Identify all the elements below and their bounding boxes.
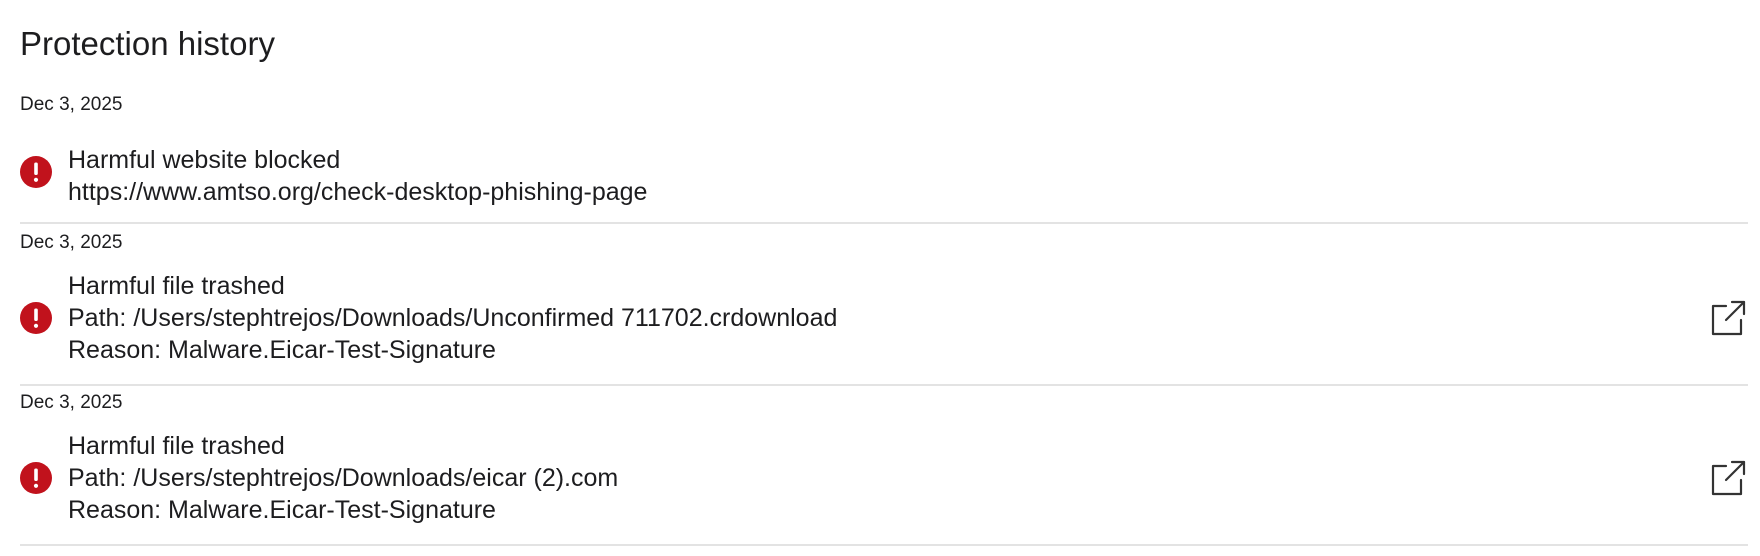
- history-item[interactable]: Dec 3, 2025 Harmful file trashed Path: /…: [20, 232, 1748, 386]
- history-item-detail: Path: /Users/stephtrejos/Downloads/Uncon…: [68, 304, 838, 332]
- alert-icon: [20, 462, 52, 494]
- history-item-detail: Path: /Users/stephtrejos/Downloads/eicar…: [68, 464, 619, 492]
- history-item-heading: Harmful file trashed: [68, 432, 285, 460]
- alert-icon: [20, 302, 52, 334]
- history-item[interactable]: Dec 3, 2025 Harmful website blocked http…: [20, 94, 1748, 224]
- alert-icon: [20, 156, 52, 188]
- history-item-date: Dec 3, 2025: [20, 232, 123, 253]
- history-item-reason: Reason: Malware.Eicar-Test-Signature: [68, 496, 496, 524]
- open-external-icon[interactable]: [1708, 458, 1748, 498]
- history-item[interactable]: Dec 3, 2025 Harmful file trashed Path: /…: [20, 392, 1748, 546]
- history-item-detail: https://www.amtso.org/check-desktop-phis…: [68, 178, 648, 206]
- open-external-icon[interactable]: [1708, 298, 1748, 338]
- page-title: Protection history: [20, 25, 275, 62]
- history-item-heading: Harmful website blocked: [68, 146, 341, 174]
- history-item-date: Dec 3, 2025: [20, 392, 123, 413]
- history-item-reason: Reason: Malware.Eicar-Test-Signature: [68, 336, 496, 364]
- history-item-date: Dec 3, 2025: [20, 94, 123, 115]
- history-item-heading: Harmful file trashed: [68, 272, 285, 300]
